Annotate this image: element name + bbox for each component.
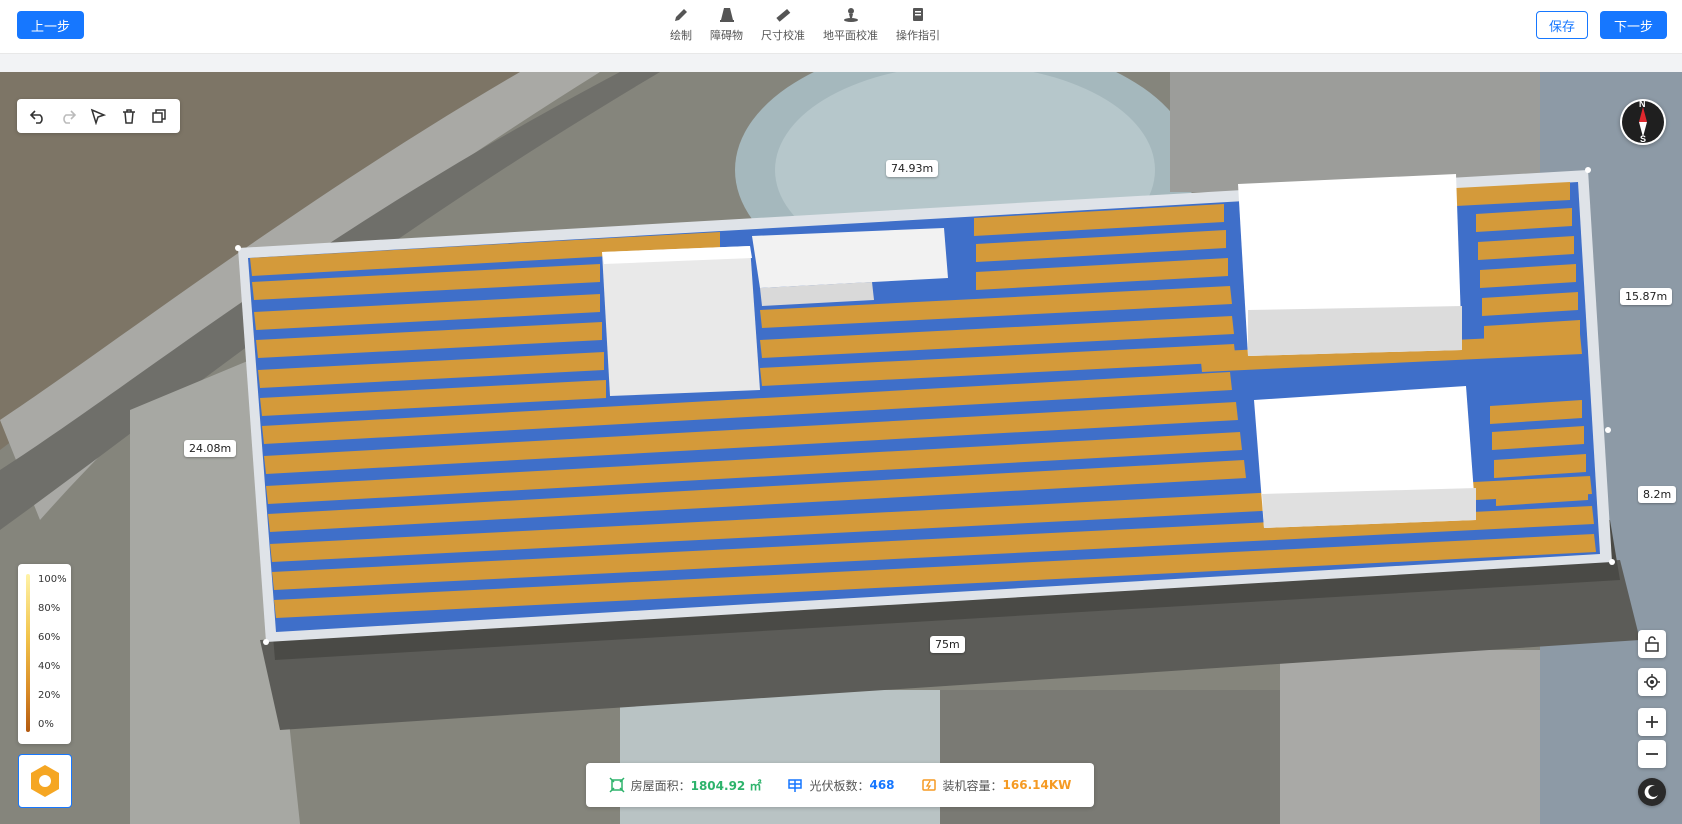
zoom-out-button[interactable] — [1638, 740, 1666, 768]
unlock-icon — [1645, 636, 1659, 652]
unlock-view-button[interactable] — [1638, 630, 1666, 658]
tool-obstacle-label: 障碍物 — [710, 29, 743, 42]
map-viewport[interactable]: 74.93m 24.08m 15.87m 8.2m 75m — [0, 72, 1682, 824]
aerial-scene — [0, 72, 1682, 824]
night-mode-button[interactable] — [1638, 778, 1666, 806]
power-icon — [921, 779, 936, 791]
pen-icon — [675, 9, 687, 21]
delete-icon[interactable] — [118, 105, 140, 127]
stat-area-value: 1804.92 ㎡ — [690, 778, 762, 793]
legend-label: 80% — [38, 603, 61, 614]
prev-step-button[interactable]: 上一步 — [17, 11, 84, 39]
compass[interactable]: N S — [1620, 99, 1666, 145]
tool-guide[interactable]: 操作指引 — [896, 6, 940, 43]
dimension-right-lower-label: 8.2m — [1638, 486, 1677, 503]
stat-capacity-value: 166.14KW — [1002, 778, 1072, 792]
stat-area: 房屋面积： 1804.92 ㎡ — [609, 777, 762, 794]
tool-guide-label: 操作指引 — [896, 29, 940, 42]
stat-area-label: 房屋面积： — [630, 778, 691, 793]
save-button[interactable]: 保存 — [1536, 11, 1588, 39]
edit-toolbar — [17, 99, 180, 133]
compass-north: N — [1639, 99, 1646, 109]
dimension-left-label: 24.08m — [184, 440, 237, 457]
moon-icon — [1644, 785, 1658, 800]
solar-panel-icon — [788, 779, 803, 792]
dimension-top-label: 74.93m — [886, 160, 939, 177]
area-icon — [609, 777, 625, 793]
tool-draw-label: 绘制 — [670, 29, 692, 42]
legend-label: 40% — [38, 661, 61, 672]
legend-label: 0% — [38, 719, 54, 730]
legend-label: 60% — [38, 632, 61, 643]
undo-icon[interactable] — [27, 105, 49, 127]
compass-south: S — [1640, 134, 1647, 144]
tool-size-calibration-label: 尺寸校准 — [761, 29, 805, 42]
obstacle-icon — [719, 8, 734, 22]
ground-plane-icon — [843, 8, 858, 22]
stat-capacity-label: 装机容量： — [942, 778, 1003, 793]
stat-panels-value: 468 — [869, 778, 895, 792]
irradiance-legend: 100% 80% 60% 40% 20% 0% — [18, 564, 71, 744]
legend-label: 100% — [38, 574, 67, 585]
stats-bar: 房屋面积： 1804.92 ㎡ 光伏板数： 468 装机容量： 166.14KW — [586, 763, 1094, 807]
zoom-in-button[interactable] — [1638, 708, 1666, 736]
top-toolbar: 上一步 绘制 障碍物 尺寸校准 地平面校准 操作指引 保存 下一步 — [0, 0, 1682, 54]
tool-ground-calibration-label: 地平面校准 — [823, 29, 878, 42]
minus-icon — [1646, 753, 1658, 755]
copy-icon[interactable] — [148, 105, 170, 127]
stat-capacity: 装机容量： 166.14KW — [921, 777, 1072, 794]
legend-label: 20% — [38, 690, 61, 701]
solar-heat-icon — [31, 765, 59, 797]
stat-panels-label: 光伏板数： — [809, 778, 870, 793]
tool-ground-calibration[interactable]: 地平面校准 — [823, 6, 878, 43]
dimension-right-upper-label: 15.87m — [1620, 288, 1673, 305]
tool-group: 绘制 障碍物 尺寸校准 地平面校准 操作指引 — [670, 6, 940, 43]
separator-bar — [0, 54, 1682, 72]
locate-icon — [1644, 674, 1660, 690]
tool-draw[interactable]: 绘制 — [670, 6, 692, 43]
ruler-icon — [776, 8, 791, 22]
plus-icon — [1646, 716, 1658, 728]
heatmap-toggle-button[interactable] — [18, 754, 72, 808]
locate-button[interactable] — [1638, 668, 1666, 696]
stat-panels: 光伏板数： 468 — [787, 777, 895, 794]
legend-gradient — [26, 574, 30, 732]
next-step-button[interactable]: 下一步 — [1600, 11, 1667, 39]
redo-icon[interactable] — [57, 105, 79, 127]
tool-obstacle[interactable]: 障碍物 — [710, 6, 743, 43]
select-icon[interactable] — [87, 105, 109, 127]
tool-size-calibration[interactable]: 尺寸校准 — [761, 6, 805, 43]
guide-icon — [913, 8, 923, 21]
dimension-bottom-label: 75m — [930, 636, 965, 653]
